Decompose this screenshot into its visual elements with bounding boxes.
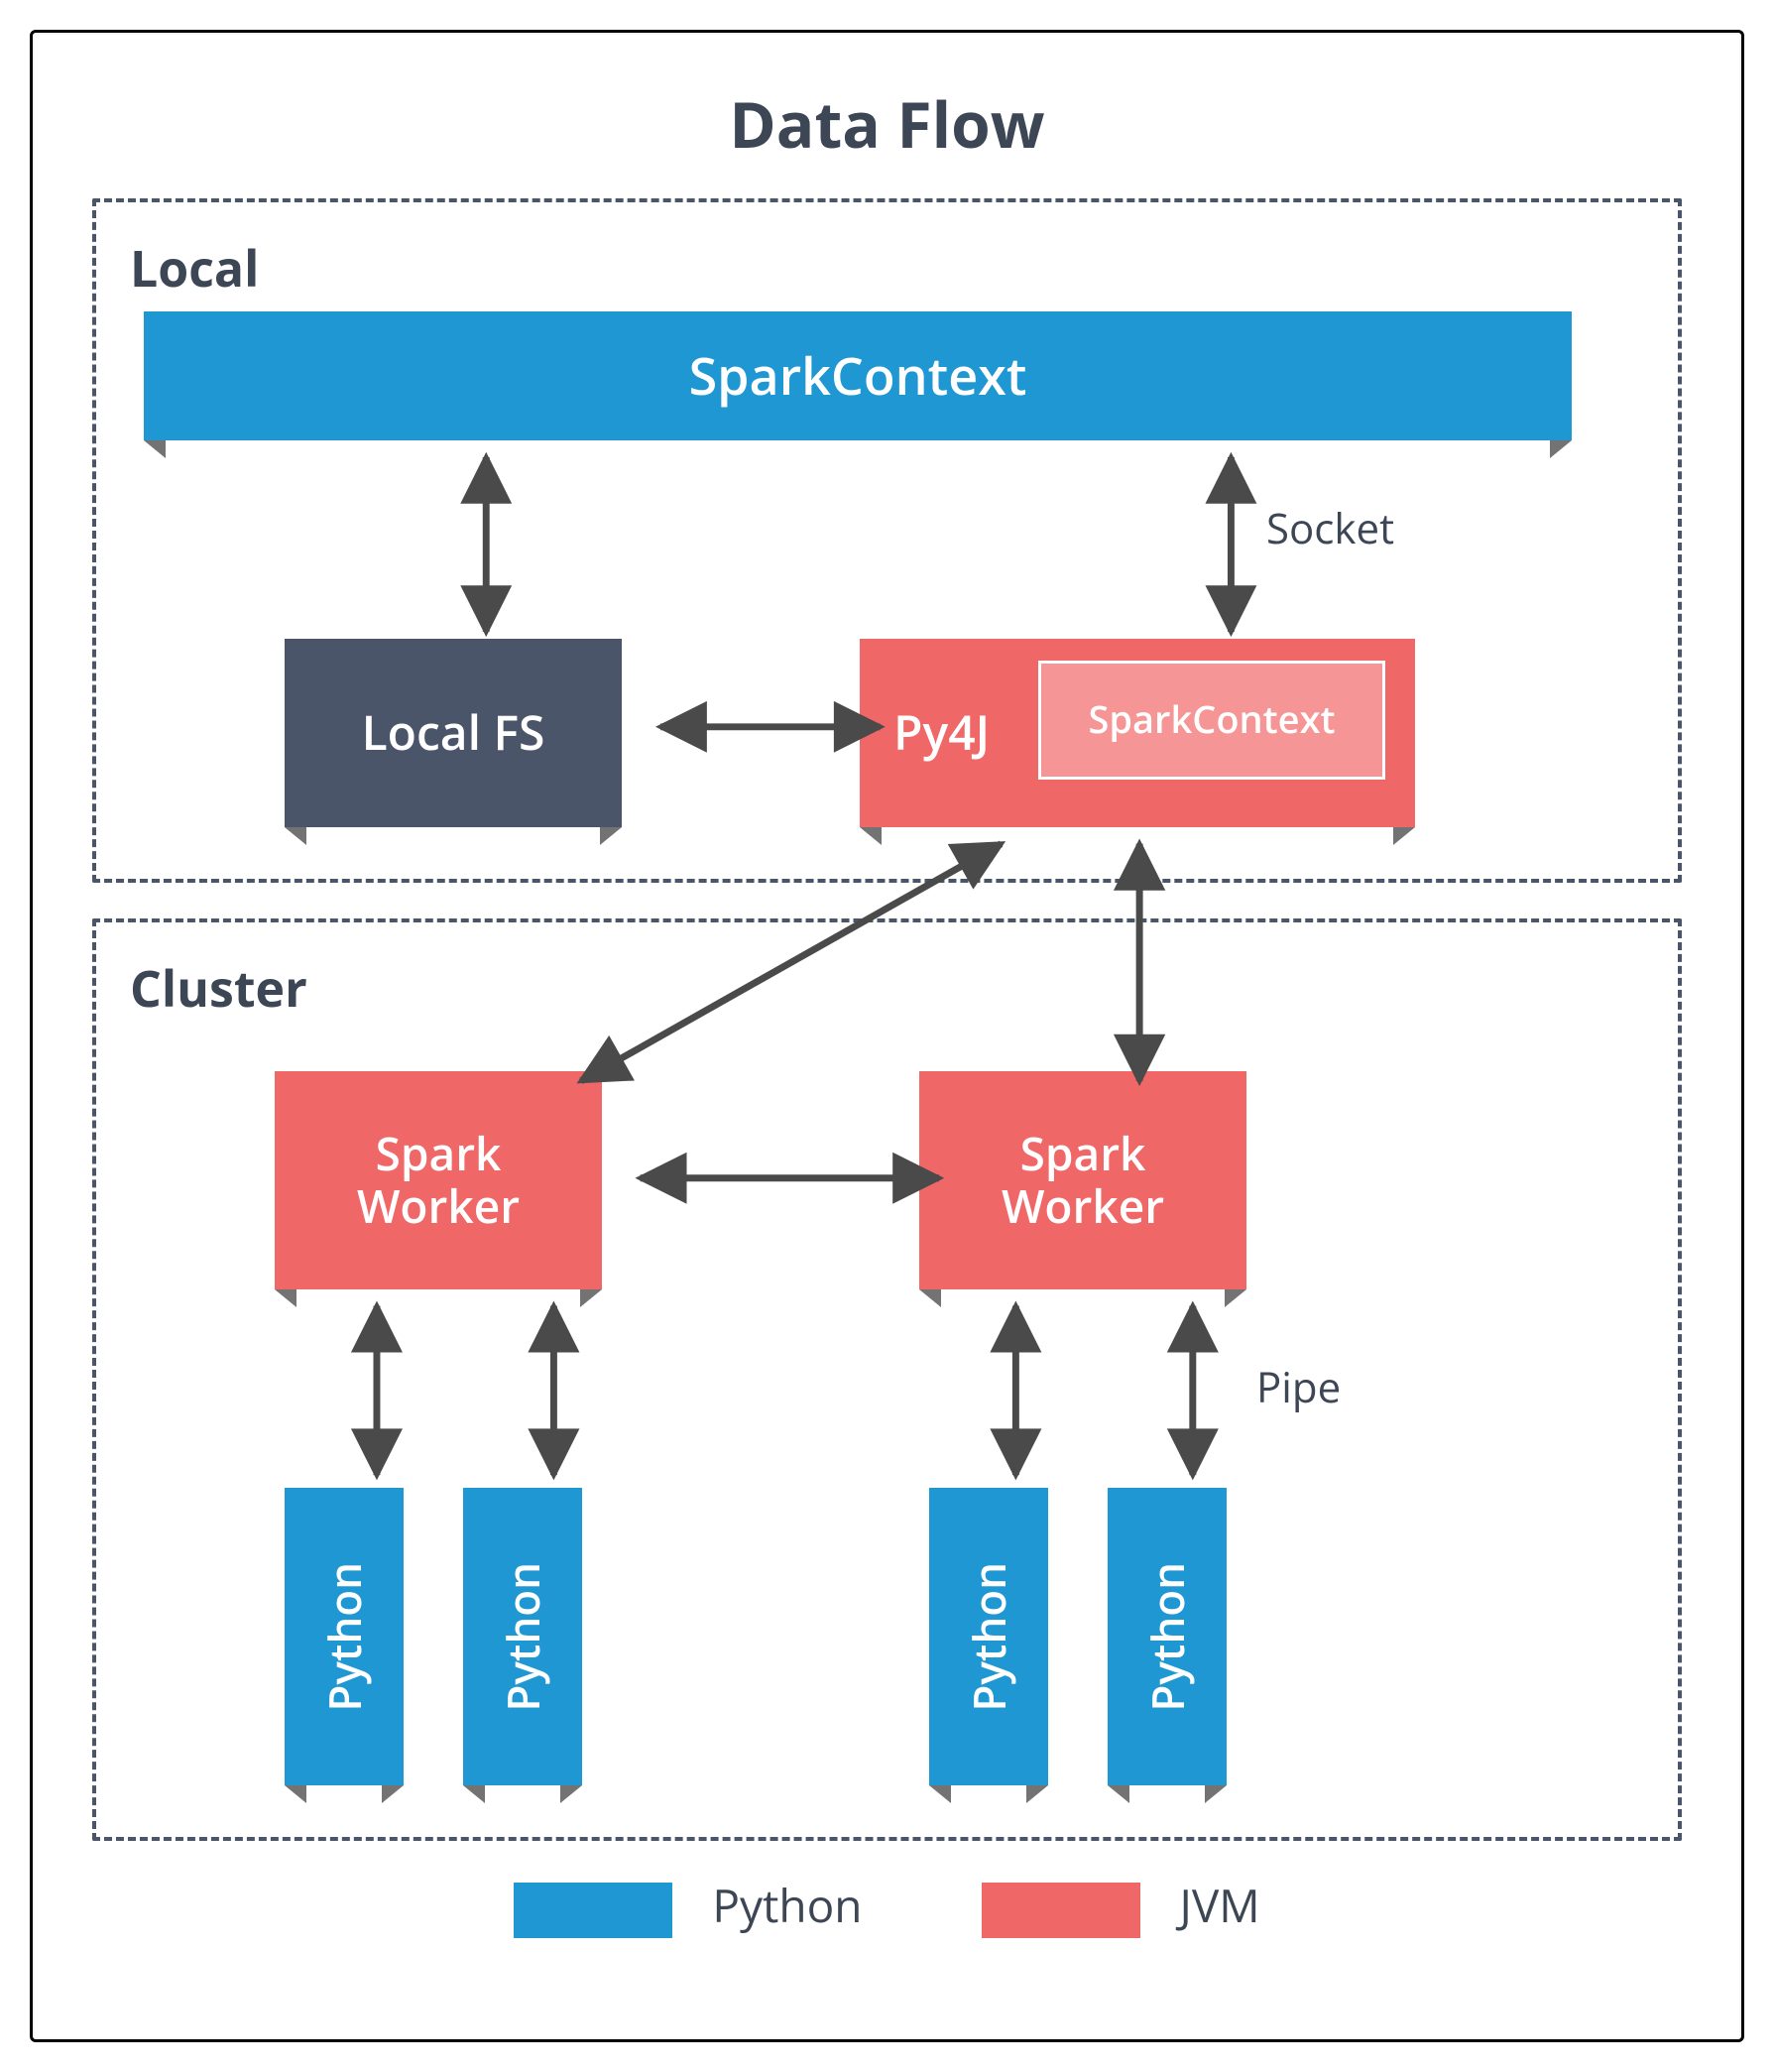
legend-label: Python: [712, 1875, 862, 1936]
legend-swatch-jvm: [982, 1883, 1140, 1938]
node-sparkcontext-python: SparkContext: [144, 311, 1572, 440]
zone-cluster: Cluster Spark Worker Spark Worker Python…: [92, 918, 1682, 1841]
diagram-frame: Data Flow Local SparkContext Local FS Py…: [30, 30, 1744, 2042]
node-local-fs: Local FS: [285, 639, 622, 827]
legend: Python JVM: [92, 1875, 1682, 1938]
legend-label: JVM: [1179, 1875, 1259, 1936]
node-label: Py4J: [893, 705, 990, 760]
node-py4j: Py4J SparkContext: [860, 639, 1415, 827]
node-spark-worker-2: Spark Worker: [919, 1071, 1246, 1289]
node-label: SparkContext: [689, 346, 1027, 406]
node-label: Python: [319, 1562, 370, 1712]
node-label: Spark Worker: [1002, 1128, 1164, 1233]
node-label: SparkContext: [1088, 698, 1335, 742]
node-sparkcontext-jvm: SparkContext: [1038, 661, 1385, 780]
node-label: Spark Worker: [357, 1128, 520, 1233]
legend-swatch-python: [514, 1883, 672, 1938]
zone-cluster-label: Cluster: [130, 954, 1650, 1022]
node-label: Python: [1142, 1562, 1193, 1712]
node-python-2: Python: [463, 1488, 582, 1785]
legend-item-python: Python: [514, 1875, 862, 1938]
diagram-title: Data Flow: [92, 80, 1682, 167]
node-label: Python: [964, 1562, 1014, 1712]
edge-label-pipe: Pipe: [1256, 1359, 1341, 1415]
node-label: Local FS: [362, 705, 545, 760]
node-python-4: Python: [1108, 1488, 1227, 1785]
legend-item-jvm: JVM: [982, 1875, 1260, 1938]
node-spark-worker-1: Spark Worker: [275, 1071, 602, 1289]
edge-label-socket: Socket: [1266, 500, 1394, 556]
zone-local: Local SparkContext Local FS Py4J SparkCo…: [92, 198, 1682, 883]
zone-local-label: Local: [130, 234, 1650, 302]
node-label: Python: [498, 1562, 548, 1712]
node-python-3: Python: [929, 1488, 1048, 1785]
node-python-1: Python: [285, 1488, 404, 1785]
